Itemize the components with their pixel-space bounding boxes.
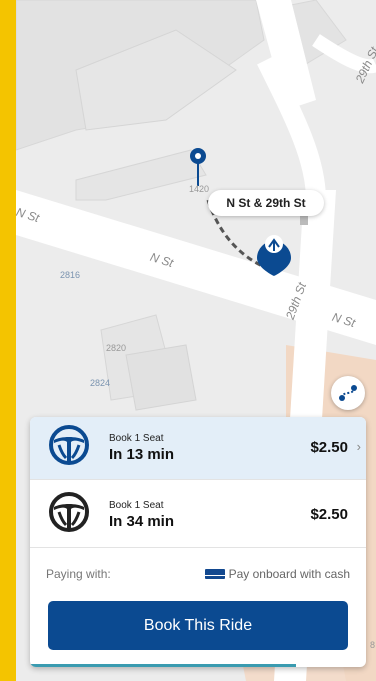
building-icon bbox=[300, 216, 308, 225]
address-number: 2820 bbox=[106, 343, 127, 353]
ride-option[interactable]: Book 1 Seat In 13 min $2.50 › bbox=[30, 417, 366, 479]
cash-icon bbox=[204, 569, 225, 579]
divider bbox=[30, 479, 366, 480]
payment-label: Paying with: bbox=[46, 567, 111, 581]
stop-callout[interactable]: N St & 29th St bbox=[208, 190, 324, 216]
ride-price: $2.50 bbox=[310, 439, 348, 456]
ride-eta: In 13 min bbox=[109, 446, 175, 463]
book-ride-button[interactable]: Book This Ride bbox=[48, 601, 348, 650]
progress-bar bbox=[30, 664, 296, 667]
address-number: 1420 bbox=[189, 184, 210, 194]
ride-eta: In 34 min bbox=[109, 513, 175, 530]
transit-logo-icon bbox=[49, 425, 89, 465]
address-number: 8 bbox=[370, 640, 376, 650]
address-number: 2816 bbox=[60, 270, 81, 280]
payment-method[interactable]: Pay onboard with cash bbox=[204, 567, 350, 581]
route-toggle-button[interactable] bbox=[331, 376, 365, 410]
divider bbox=[30, 547, 366, 548]
ride-seat-label: Book 1 Seat bbox=[109, 433, 164, 444]
ride-options-sheet: Book 1 Seat In 13 min $2.50 › Book 1 Sea… bbox=[30, 417, 366, 667]
address-number: 2824 bbox=[90, 378, 111, 388]
payment-method-text: Pay onboard with cash bbox=[228, 567, 350, 581]
route-icon bbox=[339, 385, 357, 401]
ride-option[interactable]: Book 1 Seat In 34 min $2.50 bbox=[30, 484, 366, 546]
ride-seat-label: Book 1 Seat bbox=[109, 500, 164, 511]
chevron-right-icon: › bbox=[356, 439, 361, 454]
transit-logo-icon bbox=[49, 492, 89, 532]
ride-price: $2.50 bbox=[310, 506, 348, 523]
